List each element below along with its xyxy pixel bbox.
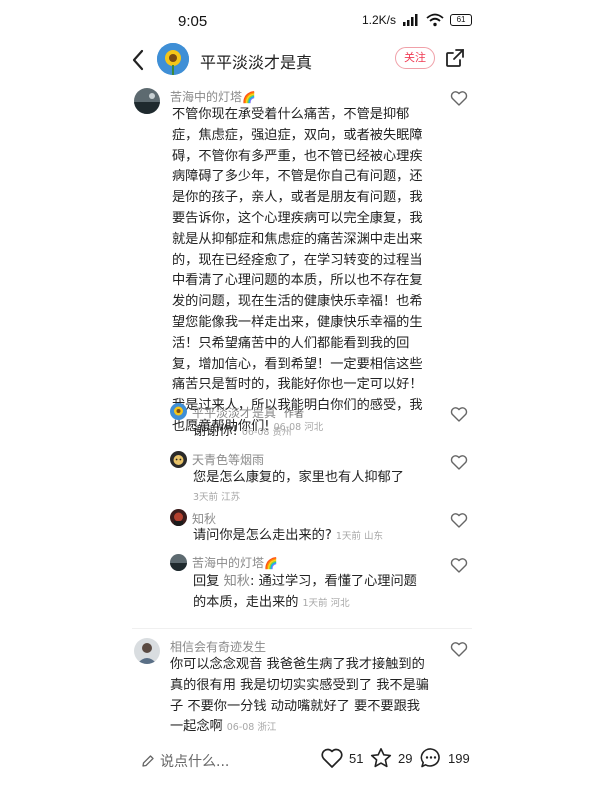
cartoon-avatar-icon (170, 451, 187, 468)
comment-button[interactable]: 199 (419, 746, 470, 770)
status-bar: 9:05 1.2K/s 61 (0, 0, 600, 44)
author-name[interactable]: 平平淡淡才是真 (200, 49, 312, 73)
wifi-icon (426, 13, 444, 27)
chat-bubble-icon (420, 748, 440, 768)
network-speed: 1.2K/s (362, 13, 397, 27)
person-avatar-icon (134, 638, 160, 664)
reply-to-name[interactable]: 知秋 (224, 574, 250, 589)
reply-meta: 3天前 江苏 (193, 492, 241, 503)
comment-divider (132, 628, 472, 629)
like-heart-icon[interactable] (450, 557, 468, 573)
star-count: 29 (398, 750, 413, 766)
bottom-action-bar: 说点什么... 51 29 199 (0, 738, 600, 782)
reply-text: 回复 知秋: 通过学习，看懂了心理问题 的本质，走出来的 1天前 河北 (193, 574, 417, 610)
comment-username[interactable]: 相信会有奇迹发生 (170, 638, 266, 655)
reply-text: 您是怎么康复的，家里也有人抑郁了 (193, 470, 404, 485)
like-heart-icon[interactable] (450, 406, 468, 422)
author-avatar[interactable] (157, 43, 189, 75)
reply-text: 请问你是怎么走出来的? 1天前 山东 (193, 528, 383, 543)
like-count: 51 (349, 750, 364, 766)
comment-text: 不管你现在承受着什么痛苦，不管是抑郁 症，焦虑症，强迫症，双向，或者被失眠障 碍… (172, 107, 423, 434)
rainbow-emoji: 🌈 (242, 91, 256, 104)
reply-meta: 1天前 河北 (302, 597, 350, 609)
dark-avatar-icon (170, 509, 187, 526)
battery-icon: 61 (450, 14, 473, 26)
landscape-avatar-icon (170, 554, 187, 571)
follow-button[interactable]: 关注 (395, 47, 435, 69)
comment-username[interactable]: 苦海中的灯塔🌈 (170, 88, 256, 105)
reply-username[interactable]: 平平淡淡才是真 作者 (192, 404, 304, 421)
note-header: 平平淡淡才是真 关注 (0, 42, 600, 78)
back-arrow-icon[interactable] (128, 46, 150, 74)
comment-text: 你可以念念观音 我爸爸生病了我才接触到的 真的很有用 我是切切实实感受到了 我不… (170, 657, 429, 735)
reply-avatar[interactable] (170, 403, 187, 420)
reply-avatar[interactable] (170, 509, 187, 526)
reply-meta: 06-08 贵州 (241, 427, 292, 438)
like-button[interactable]: 51 (320, 746, 363, 770)
comment-input[interactable]: 说点什么... (141, 751, 229, 771)
star-icon (370, 748, 392, 768)
sunflower-icon (170, 403, 187, 420)
commenter-avatar[interactable] (134, 88, 160, 114)
commenter-avatar[interactable] (134, 638, 160, 664)
reply-username[interactable]: 知秋 (192, 510, 216, 527)
heart-icon (321, 748, 343, 768)
reply-username[interactable]: 苦海中的灯塔🌈 (192, 554, 278, 571)
author-tag: 作者 (284, 409, 305, 420)
like-heart-icon[interactable] (450, 90, 468, 106)
signal-icon (403, 14, 418, 26)
status-indicators: 1.2K/s 61 (362, 13, 473, 27)
collect-button[interactable]: 29 (369, 746, 412, 770)
rainbow-emoji: 🌈 (264, 557, 278, 570)
pencil-icon (142, 755, 154, 767)
reply-text: 谢谢你! 06-08 贵州 (193, 424, 292, 439)
comment-meta: 06-08 浙江 (226, 722, 277, 734)
reply-username[interactable]: 天青色等烟雨 (192, 451, 264, 468)
reply-avatar[interactable] (170, 554, 187, 571)
reply-meta: 1天前 山东 (335, 531, 383, 542)
share-icon[interactable] (445, 48, 465, 68)
input-placeholder: 说点什么... (160, 754, 230, 770)
comment-count: 199 (448, 750, 470, 766)
reply-avatar[interactable] (170, 451, 187, 468)
status-time: 9:05 (178, 13, 208, 30)
landscape-avatar-icon (134, 88, 160, 114)
sunflower-icon (157, 43, 189, 75)
